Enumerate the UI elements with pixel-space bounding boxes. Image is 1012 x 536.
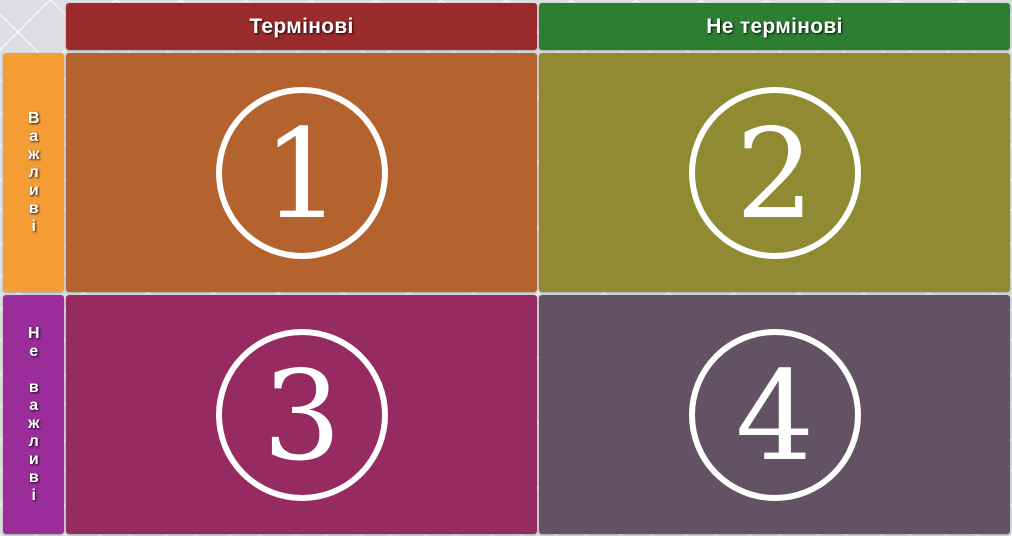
quadrant-1: 1 — [66, 53, 537, 292]
circled-number-3-icon: 3 — [215, 328, 388, 501]
circled-number-4-icon: 4 — [688, 328, 861, 501]
quadrant-1-number: 1 — [262, 103, 341, 247]
row-header-not-important-label: Не важливі — [25, 324, 43, 505]
quadrant-2-number: 2 — [735, 103, 814, 247]
column-header-not-urgent: Не термінові — [539, 3, 1010, 50]
column-header-urgent: Термінові — [66, 3, 537, 50]
circled-number-2-icon: 2 — [688, 86, 861, 259]
quadrant-3-number: 3 — [262, 345, 341, 489]
column-header-urgent-label: Термінові — [249, 14, 354, 38]
quadrant-3: 3 — [66, 295, 537, 534]
circled-number-1-icon: 1 — [215, 86, 388, 259]
column-header-not-urgent-label: Не термінові — [706, 14, 843, 38]
row-header-not-important: Не важливі — [3, 295, 64, 534]
row-header-important: Важливі — [3, 53, 64, 292]
quadrant-2: 2 — [539, 53, 1010, 292]
quadrant-4-number: 4 — [735, 345, 814, 489]
row-header-important-label: Важливі — [25, 109, 43, 236]
quadrant-4: 4 — [539, 295, 1010, 534]
